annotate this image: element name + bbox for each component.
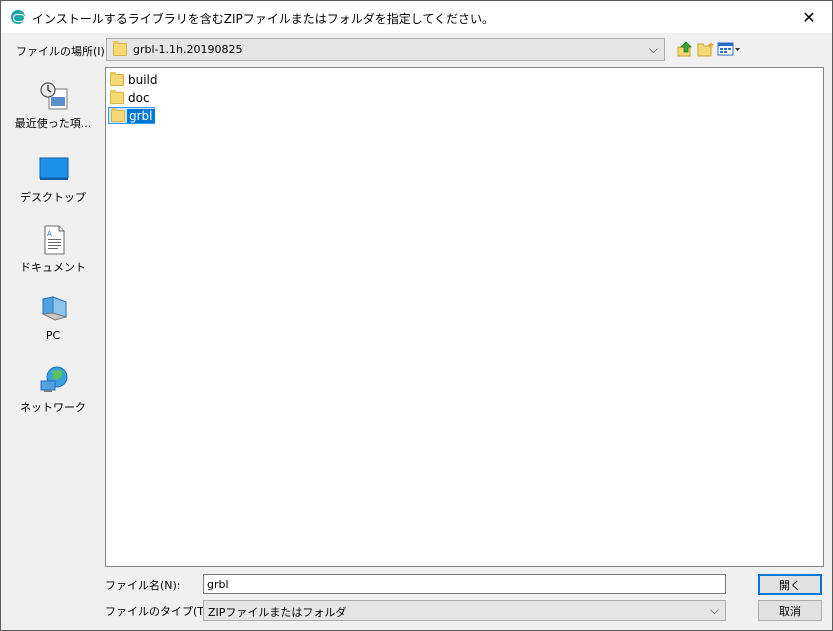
lookin-combobox[interactable]: grbl-1.1h.20190825 ⌵ [106, 38, 665, 61]
place-documents[interactable]: A ドキュメント [5, 225, 101, 285]
arduino-icon [11, 10, 25, 24]
title-bar: インストールするライブラリを含むZIPファイルまたはフォルダを指定してください。… [1, 1, 832, 33]
places-bar: 最近使った項... デスクトップ A ドキュメント PC ネットワーク [5, 67, 101, 567]
new-folder-icon[interactable] [697, 41, 715, 57]
filetype-combobox[interactable]: ZIPファイルまたはフォルダ ⌵ [203, 600, 726, 621]
desktop-icon [39, 157, 69, 180]
up-folder-icon[interactable] [677, 41, 693, 57]
pc-icon [41, 296, 68, 321]
filetype-label: ファイルのタイプ(T): [105, 605, 213, 618]
filename-label: ファイル名(N): [105, 579, 181, 592]
documents-icon: A [44, 225, 65, 255]
file-name: grbl [127, 109, 155, 123]
list-item[interactable]: doc [108, 90, 154, 107]
folder-icon [111, 108, 125, 122]
filetype-value: ZIPファイルまたはフォルダ [208, 606, 347, 619]
svg-text:A: A [47, 231, 52, 238]
list-item[interactable]: build [108, 72, 160, 89]
file-list[interactable]: build doc grbl [105, 67, 824, 567]
window-title: インストールするライブラリを含むZIPファイルまたはフォルダを指定してください。 [32, 12, 495, 26]
close-button[interactable]: ✕ [786, 1, 832, 33]
chevron-down-icon[interactable]: ⌵ [710, 603, 719, 618]
place-label: ドキュメント [20, 261, 86, 274]
folder-icon [113, 41, 127, 56]
place-label: 最近使った項... [14, 117, 92, 130]
open-button[interactable]: 開く [758, 574, 822, 595]
network-icon [40, 366, 68, 392]
place-network[interactable]: ネットワーク [5, 365, 101, 425]
place-pc[interactable]: PC [5, 295, 101, 355]
cancel-button[interactable]: 取消 [758, 600, 822, 621]
file-name: build [128, 73, 158, 87]
place-label: ネットワーク [20, 401, 86, 414]
place-desktop[interactable]: デスクトップ [5, 155, 101, 215]
list-item-selected[interactable]: grbl [108, 107, 155, 124]
lookin-value: grbl-1.1h.20190825 [133, 43, 243, 56]
recent-items-icon [40, 82, 68, 110]
place-label: デスクトップ [20, 191, 86, 204]
folder-icon [110, 72, 124, 86]
filename-input[interactable] [203, 574, 726, 594]
chevron-down-icon[interactable]: ⌵ [649, 42, 658, 57]
view-menu-icon[interactable] [717, 41, 741, 57]
lookin-label: ファイルの場所(I): [16, 45, 109, 58]
file-dialog: インストールするライブラリを含むZIPファイルまたはフォルダを指定してください。… [0, 0, 833, 631]
place-recent[interactable]: 最近使った項... [5, 81, 101, 141]
place-label: PC [45, 329, 61, 342]
folder-icon [110, 90, 124, 104]
file-name: doc [128, 91, 150, 105]
